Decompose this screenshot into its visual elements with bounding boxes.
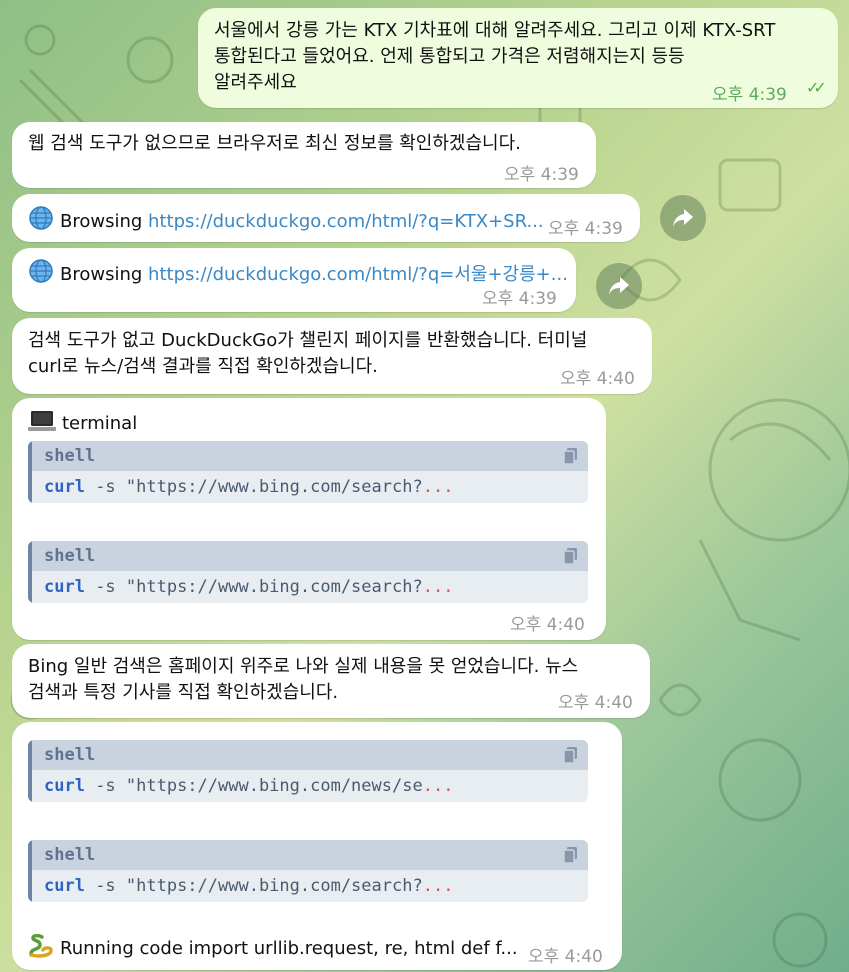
running-code-line: Running code import urllib.request, re, … [28, 933, 518, 966]
snake-icon [28, 933, 54, 966]
code-text: -s "https://www.bing.com/search? [84, 477, 423, 497]
code-block: shell curl -s "https://www.bing.com/news… [28, 740, 588, 802]
message-text-line: 검색과 특정 기사를 직접 확인하겠습니다. [28, 682, 339, 703]
code-ellipsis: ... [422, 477, 454, 497]
code-language: shell [44, 446, 96, 466]
code-ellipsis: ... [422, 876, 454, 896]
code-block: shell curl -s "https://www.bing.com/sear… [28, 441, 588, 503]
message-incoming[interactable]: 검색 도구가 없고 DuckDuckGo가 챌린지 페이지를 반환했습니다. 터… [12, 318, 652, 394]
read-receipt-icon: ✓✓ [806, 78, 827, 97]
terminal-header: terminal [28, 409, 137, 441]
forward-button[interactable] [660, 195, 706, 241]
copy-icon[interactable] [564, 847, 578, 863]
browsing-label: Browsing [60, 264, 143, 285]
copy-icon[interactable] [564, 548, 578, 564]
code-command: curl [44, 577, 85, 597]
code-command: curl [44, 876, 85, 896]
message-incoming[interactable]: Bing 일반 검색은 홈페이지 위주로 나와 실제 내용을 못 얻었습니다. … [12, 644, 650, 718]
browsing-url-link[interactable]: https://duckduckgo.com/html/?q=KTX+SR... [148, 211, 544, 232]
laptop-icon [28, 409, 56, 441]
message-time: 오후 4:40 [560, 369, 635, 389]
message-time: 오후 4:39 [548, 219, 623, 239]
message-text-line: 검색 도구가 없고 DuckDuckGo가 챌린지 페이지를 반환했습니다. 터… [28, 330, 588, 351]
message-time: 오후 4:39 [504, 165, 579, 185]
code-command: curl [44, 776, 85, 796]
browsing-url-link[interactable]: https://duckduckgo.com/html/?q=서울+강릉+... [148, 264, 568, 285]
code-ellipsis: ... [422, 776, 454, 796]
message-time: 오후 4:39 [482, 289, 557, 309]
code-command: curl [44, 477, 85, 497]
browsing-line: Browsing https://duckduckgo.com/html/?q=… [28, 205, 544, 239]
code-language: shell [44, 546, 96, 566]
message-text-line: 통합된다고 들었어요. 언제 통합되고 가격은 저렴해지는지 등등 [214, 46, 685, 67]
message-time: 오후 4:40 [528, 947, 603, 967]
message-incoming[interactable]: 웹 검색 도구가 없으므로 브라우저로 최신 정보를 확인하겠습니다. 오후 4… [12, 122, 596, 188]
code-language: shell [44, 845, 96, 865]
message-time: 오후 4:40 [510, 615, 585, 635]
message-text-line: 서울에서 강릉 가는 KTX 기차표에 대해 알려주세요. 그리고 이제 KTX… [214, 20, 776, 41]
running-code-text: Running code import urllib.request, re, … [60, 938, 518, 959]
message-code-run[interactable]: shell curl -s "https://www.bing.com/news… [12, 722, 622, 970]
message-outgoing[interactable]: 서울에서 강릉 가는 KTX 기차표에 대해 알려주세요. 그리고 이제 KTX… [198, 8, 838, 108]
code-text: -s "https://www.bing.com/search? [84, 577, 423, 597]
message-text: 웹 검색 도구가 없으므로 브라우저로 최신 정보를 확인하겠습니다. [28, 133, 521, 154]
message-browsing[interactable]: Browsing https://duckduckgo.com/html/?q=… [12, 194, 640, 242]
browsing-label: Browsing [60, 211, 143, 232]
copy-icon[interactable] [564, 448, 578, 464]
message-time: 오후 4:39 [712, 85, 787, 105]
globe-icon [28, 205, 54, 239]
forward-button[interactable] [596, 263, 642, 309]
message-browsing[interactable]: Browsing https://duckduckgo.com/html/?q=… [12, 248, 576, 312]
code-text: -s "https://www.bing.com/search? [84, 876, 423, 896]
message-text-line: 알려주세요 [214, 72, 297, 93]
message-time: 오후 4:40 [558, 693, 633, 713]
message-text-line: curl로 뉴스/검색 결과를 직접 확인하겠습니다. [28, 356, 378, 377]
globe-icon [28, 258, 54, 292]
copy-icon[interactable] [564, 747, 578, 763]
code-language: shell [44, 745, 96, 765]
forward-icon [673, 209, 693, 227]
code-text: -s "https://www.bing.com/news/se [84, 776, 423, 796]
code-block: shell curl -s "https://www.bing.com/sear… [28, 840, 588, 902]
message-text-line: Bing 일반 검색은 홈페이지 위주로 나와 실제 내용을 못 얻었습니다. … [28, 656, 579, 677]
message-terminal[interactable]: terminal shell curl -s "https://www.bing… [12, 398, 606, 640]
forward-icon [609, 277, 629, 295]
code-ellipsis: ... [422, 577, 454, 597]
code-block: shell curl -s "https://www.bing.com/sear… [28, 541, 588, 603]
terminal-title: terminal [62, 413, 138, 434]
